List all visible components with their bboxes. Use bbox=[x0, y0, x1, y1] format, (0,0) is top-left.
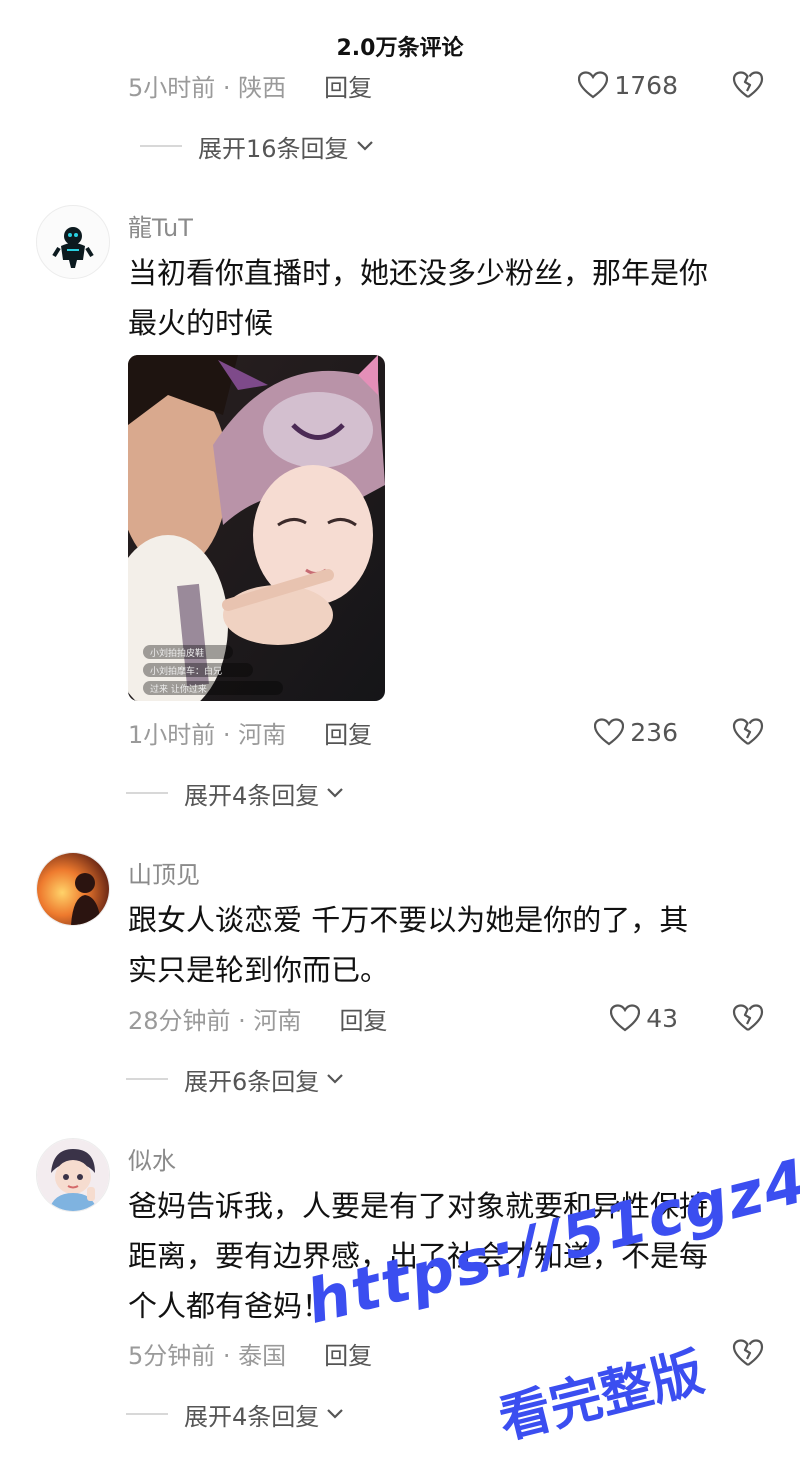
avatar-sunset-icon bbox=[37, 853, 109, 925]
like-count: 43 bbox=[646, 1003, 678, 1033]
expand-replies-label: 展开16条回复 bbox=[198, 134, 349, 163]
like-button[interactable]: 43 bbox=[610, 1004, 678, 1033]
comment-text-line: 实只是轮到你而已。 bbox=[128, 953, 390, 987]
expand-replies-label: 展开4条回复 bbox=[184, 781, 320, 810]
comment-time-location: 28分钟前 · 河南 bbox=[128, 1006, 302, 1035]
divider-line bbox=[126, 1413, 168, 1415]
broken-heart-icon bbox=[732, 71, 764, 98]
expand-replies[interactable]: 展开6条回复 bbox=[126, 1061, 345, 1097]
username[interactable]: 龍TuT bbox=[128, 208, 193, 243]
chevron-down-icon bbox=[327, 788, 344, 798]
heart-icon bbox=[594, 718, 625, 746]
username[interactable]: 山顶见 bbox=[128, 855, 200, 890]
divider-line bbox=[126, 1078, 168, 1080]
dislike-button[interactable] bbox=[732, 718, 764, 746]
overlay-chat-line: 小刘拍拍皮鞋 bbox=[150, 647, 204, 659]
dislike-button[interactable] bbox=[732, 71, 764, 99]
reply-button[interactable]: 回复 bbox=[339, 1001, 387, 1036]
chevron-down-icon bbox=[327, 1409, 344, 1419]
comment-time-location: 5分钟前 · 泰国 bbox=[128, 1341, 287, 1370]
reply-button[interactable]: 回复 bbox=[324, 1336, 372, 1371]
expand-replies-label: 展开4条回复 bbox=[184, 1402, 320, 1431]
dislike-button[interactable] bbox=[732, 1339, 764, 1367]
dislike-button[interactable] bbox=[732, 1004, 764, 1032]
divider-line bbox=[140, 145, 182, 147]
broken-heart-icon bbox=[732, 1004, 764, 1031]
heart-icon bbox=[610, 1004, 641, 1032]
chevron-down-icon bbox=[356, 141, 373, 151]
comment-image[interactable]: 小刘拍拍皮鞋 小刘拍摩车：白兄 过来 让你过来 bbox=[128, 355, 385, 701]
comment-meta-row: 5小时前 · 陕西 回复 1768 bbox=[128, 67, 764, 103]
reply-button[interactable]: 回复 bbox=[324, 68, 372, 103]
overlay-chat-line: 过来 让你过来 bbox=[150, 683, 207, 695]
comment-meta-row: 28分钟前 · 河南 回复 43 bbox=[128, 1000, 764, 1036]
comment-text-line: 当初看你直播时，她还没多少粉丝，那年是你 bbox=[128, 256, 709, 290]
chevron-down-icon bbox=[327, 1074, 344, 1084]
like-button[interactable]: 236 bbox=[594, 718, 678, 747]
avatar-figure-icon bbox=[52, 227, 94, 268]
divider-line bbox=[126, 792, 168, 794]
comment-text-line: 最火的时候 bbox=[128, 306, 274, 340]
heart-icon bbox=[578, 71, 609, 99]
comment-time-location: 5小时前 · 陕西 bbox=[128, 73, 287, 102]
reply-button[interactable]: 回复 bbox=[324, 715, 372, 750]
livestream-screenshot: 小刘拍拍皮鞋 小刘拍摩车：白兄 过来 让你过来 bbox=[128, 355, 385, 701]
like-count: 1768 bbox=[614, 70, 678, 100]
avatar[interactable] bbox=[36, 1138, 110, 1212]
expand-replies[interactable]: 展开4条回复 bbox=[126, 1396, 345, 1432]
like-count: 236 bbox=[630, 717, 678, 747]
avatar[interactable] bbox=[36, 852, 110, 926]
comment-text: 当初看你直播时，她还没多少粉丝，那年是你 最火的时候 bbox=[128, 248, 758, 348]
comment-time-location: 1小时前 · 河南 bbox=[128, 720, 287, 749]
like-button[interactable]: 1768 bbox=[578, 71, 678, 100]
username[interactable]: 似水 bbox=[128, 1141, 176, 1176]
avatar-cartoon-boy-icon bbox=[37, 1139, 109, 1211]
page-title: 2.0万条评论 bbox=[336, 36, 464, 61]
comment-text: 跟女人谈恋爱 千万不要以为她是你的了，其 实只是轮到你而已。 bbox=[128, 895, 758, 995]
comment-meta-row: 1小时前 · 河南 回复 236 bbox=[128, 714, 764, 750]
expand-replies-label: 展开6条回复 bbox=[184, 1067, 320, 1096]
expand-replies[interactable]: 展开16条回复 bbox=[140, 128, 375, 164]
overlay-chat-line: 小刘拍摩车：白兄 bbox=[150, 665, 222, 677]
expand-replies[interactable]: 展开4条回复 bbox=[126, 775, 345, 811]
comment-text-line: 跟女人谈恋爱 千万不要以为她是你的了，其 bbox=[128, 903, 689, 937]
broken-heart-icon bbox=[732, 1339, 764, 1366]
broken-heart-icon bbox=[732, 718, 764, 745]
avatar[interactable] bbox=[36, 205, 110, 279]
